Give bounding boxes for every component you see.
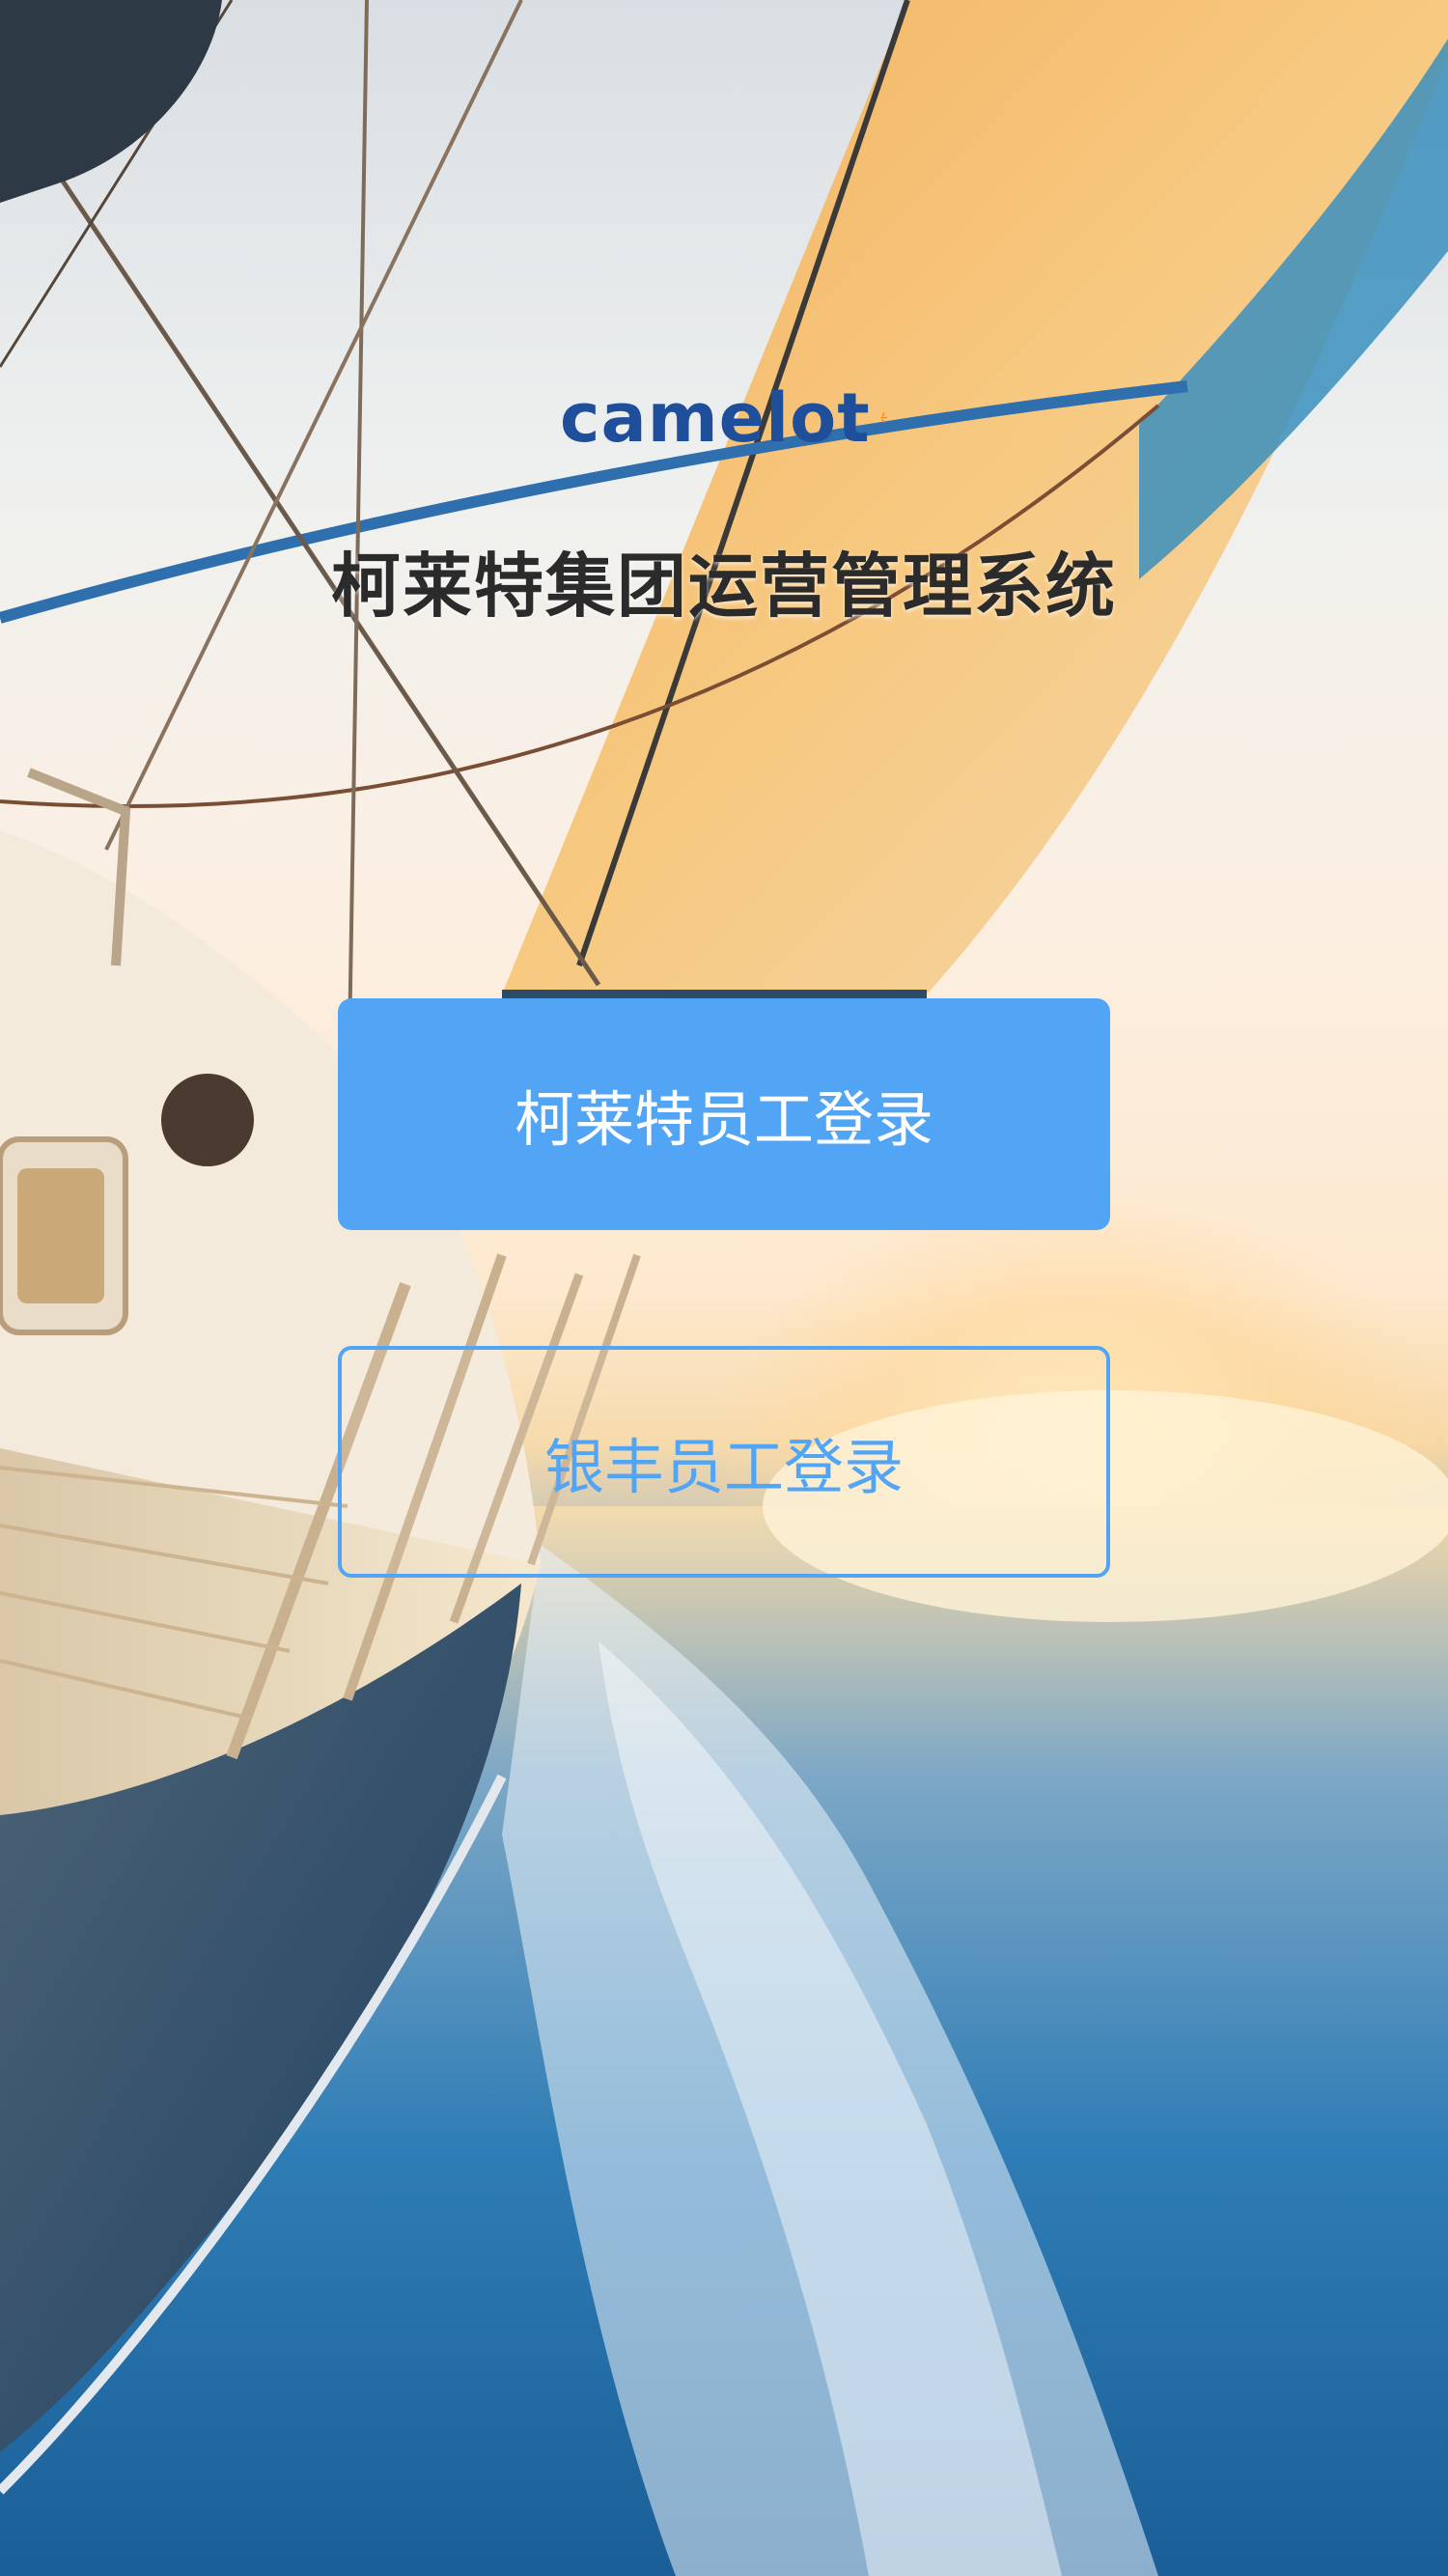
camelot-logo: camelot (560, 375, 888, 462)
colait-staff-login-button[interactable]: 柯莱特员工登录 (338, 998, 1110, 1230)
app-title: 柯莱特集团运营管理系统 (330, 546, 1117, 627)
logo-mark-icon (879, 412, 887, 423)
yinfeng-staff-login-button[interactable]: 银丰员工登录 (338, 1346, 1110, 1578)
logo-wordmark: camelot (560, 378, 871, 458)
login-screen: camelot 柯莱特集团运营管理系统 柯莱特员工登录 银丰员工登录 (0, 0, 1448, 2576)
